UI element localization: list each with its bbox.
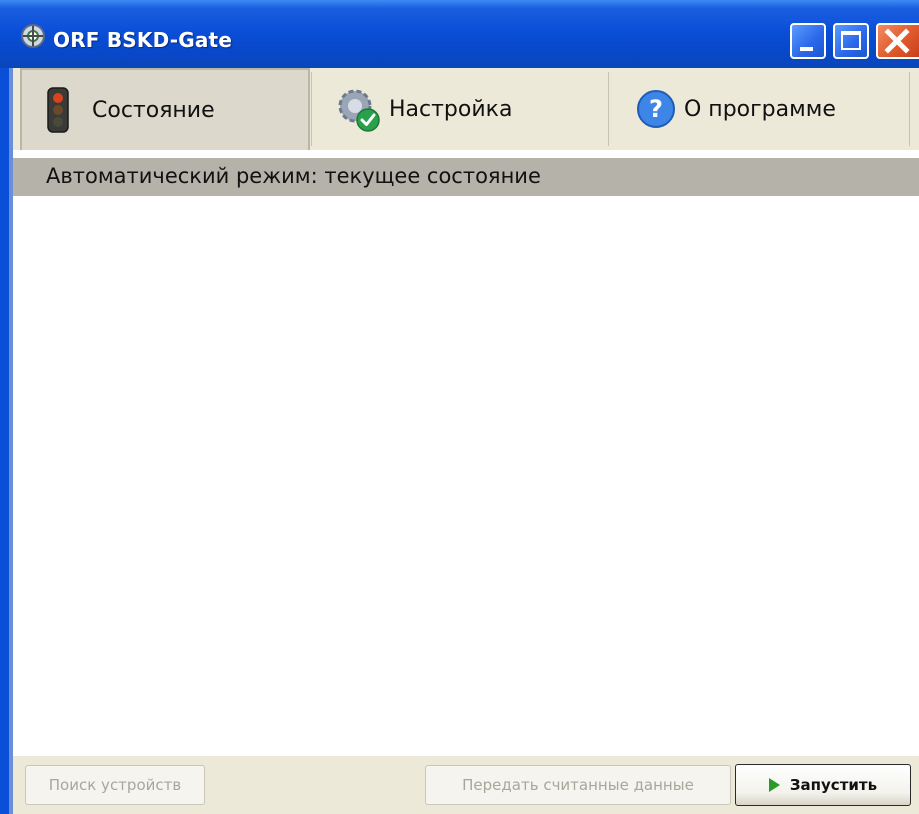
tab-about[interactable]: ? О программе [610,68,910,150]
start-button[interactable]: Запустить [735,764,911,806]
tab-about-label: О программе [684,96,836,122]
transfer-data-button[interactable]: Передать считанные данные [425,765,731,805]
window-title: ORF BSKD-Gate [53,28,233,52]
title-bar[interactable]: ORF BSKD-Gate [0,0,919,68]
search-devices-label: Поиск устройств [48,776,182,794]
tab-state-label: Состояние [92,97,215,123]
tab-state[interactable]: Состояние [20,68,310,150]
maximize-icon [841,31,861,50]
minimize-icon [800,47,813,51]
start-label: Запустить [789,776,878,794]
tab-separator [909,72,910,146]
maximize-button[interactable] [833,23,869,59]
tab-separator [311,72,312,146]
close-icon [884,28,910,54]
status-panel [13,150,919,756]
close-button[interactable] [876,23,919,59]
tab-settings-label: Настройка [389,96,513,122]
minimize-button[interactable] [790,23,826,59]
transfer-data-label: Передать считанные данные [462,776,694,794]
window-frame-left [0,68,9,814]
gears-check-icon [338,89,380,132]
traffic-light-icon [47,87,69,133]
bottom-toolbar: Поиск устройств Передать считанные данны… [13,756,919,814]
help-question-icon: ? [637,90,675,128]
svg-text:?: ? [649,95,663,123]
tab-settings[interactable]: Настройка [313,68,609,150]
section-header-title: Автоматический режим: текущее состояние [46,164,541,188]
snowflake-gear-icon [21,24,45,48]
section-header: Автоматический режим: текущее состояние [13,158,919,196]
tab-bar: Состояние Настройка ? О программе [13,68,919,150]
play-icon [768,778,780,792]
tab-separator [608,72,609,146]
search-devices-button[interactable]: Поиск устройств [25,765,205,805]
